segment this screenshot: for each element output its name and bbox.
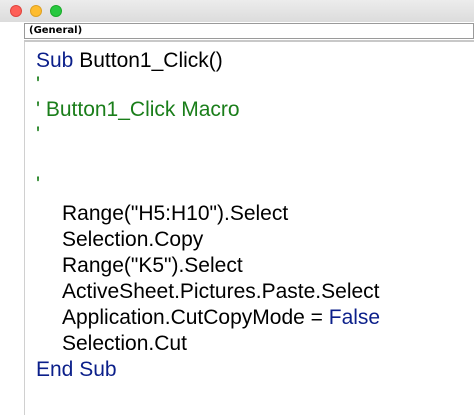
code-line[interactable]: Selection.Copy (62, 227, 203, 253)
code-editor[interactable]: Sub Button1_Click() ' ' Button1_Click Ma… (24, 42, 474, 415)
sub-keyword: Sub (36, 49, 74, 72)
code-line-end-sub[interactable]: End Sub (36, 357, 117, 383)
sub-name: Button1_Click() (73, 49, 223, 72)
code-line-sub[interactable]: Sub Button1_Click() (36, 48, 223, 74)
object-dropdown[interactable]: (General) (24, 23, 474, 39)
code-line[interactable]: Application.CutCopyMode = False (62, 305, 380, 331)
code-line-comment[interactable]: ' Button1_Click Macro (36, 97, 240, 123)
code-line-comment[interactable]: ' (36, 122, 40, 148)
code-line[interactable]: Selection.Cut (62, 331, 187, 357)
vba-code-window: (General) Sub Button1_Click() ' ' Button… (0, 0, 474, 415)
code-line-comment[interactable]: ' (36, 72, 40, 98)
zoom-window-icon[interactable] (50, 5, 62, 17)
code-line[interactable]: Range("K5").Select (62, 253, 243, 279)
code-text: Application.CutCopyMode = (62, 306, 329, 329)
margin-indicator-bar (0, 22, 24, 415)
code-line[interactable]: ActiveSheet.Pictures.Paste.Select (62, 279, 380, 305)
close-window-icon[interactable] (10, 5, 22, 17)
minimize-window-icon[interactable] (30, 5, 42, 17)
code-line[interactable]: Range("H5:H10").Select (62, 201, 288, 227)
false-keyword: False (328, 306, 381, 329)
object-dropdown-value: (General) (29, 25, 83, 36)
title-bar[interactable] (0, 0, 474, 22)
code-line-comment[interactable]: ' (36, 172, 40, 198)
